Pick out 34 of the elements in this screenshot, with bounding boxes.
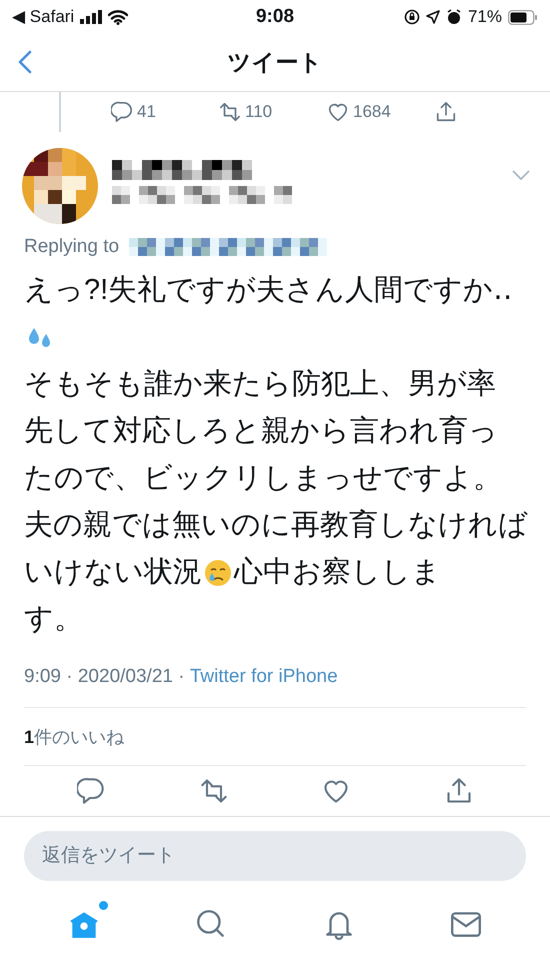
tweet-timestamp: 9:09 · 2020/03/21 · [24,666,186,688]
signal-icon [80,10,102,24]
retweet-icon[interactable] [200,777,228,805]
battery-percent: 71% [468,7,502,27]
retweet-icon[interactable] [219,101,241,123]
share-icon[interactable] [435,101,457,123]
status-time: 9:08 [256,6,294,28]
tweet-text: たので、ビックリしまっせですよ。 [24,461,502,496]
rotation-lock-icon [404,9,420,25]
back-chevron-icon [18,50,32,74]
share-icon[interactable] [444,777,473,805]
action-count: 1684 [353,102,391,122]
tweet-text: そもそも誰か来たら防犯上、男が率 [24,367,496,402]
action-count: 110 [245,102,272,122]
reply-field[interactable]: 返信をツイート [24,831,526,881]
back-to-app-link[interactable]: ◀ Safari [12,7,74,27]
alarm-icon [446,9,462,25]
tweet-text: いけない状況 [24,555,202,590]
tweet-text: 先して対応しろと親から言われ育っ [24,414,498,449]
likes-count[interactable]: 1件のいいね [24,724,124,748]
heart-icon[interactable] [327,101,349,123]
tweet-text: 心中お察ししま [234,555,441,590]
action-count: 41 [137,102,156,122]
replying-to-label: Replying to [24,236,120,258]
battery-icon [508,10,538,24]
reply-icon[interactable] [111,101,133,123]
screen-title: ツイート [228,48,322,77]
tweet-text: 夫の親では無いのに再教育しなければ [24,508,528,543]
tweet-text: えっ?!失礼ですが夫さん人間ですか‥ [24,273,513,308]
crying-face-icon [204,558,232,586]
location-icon [426,10,440,24]
wifi-icon [108,10,128,24]
tweet-text: す。 [24,602,83,637]
reply-icon[interactable] [77,777,106,805]
